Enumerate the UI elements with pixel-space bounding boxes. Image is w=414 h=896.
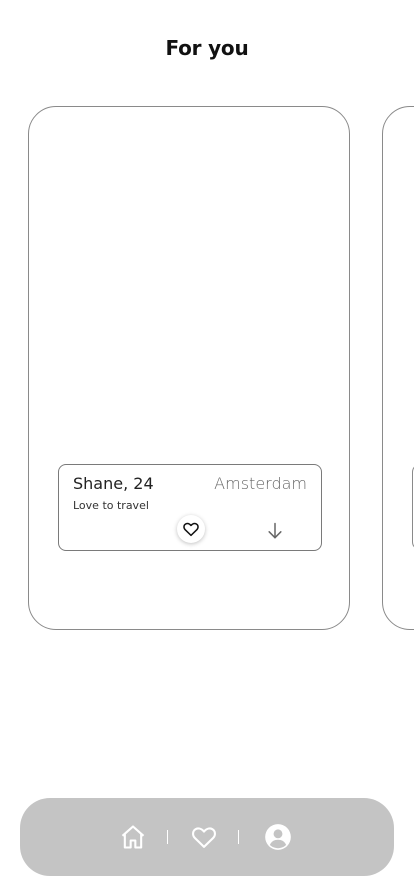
- profile-name: Shane, 24: [73, 474, 154, 493]
- nav-home-button[interactable]: [118, 822, 148, 852]
- heart-icon: [192, 827, 216, 848]
- page-title: For you: [165, 36, 249, 60]
- next-profile-card[interactable]: [382, 106, 414, 630]
- heart-outline-icon: [183, 522, 199, 537]
- profile-city: Amsterdam: [214, 474, 307, 493]
- like-button[interactable]: [177, 515, 205, 543]
- nav-favorites-button[interactable]: [189, 822, 219, 852]
- expand-profile-button[interactable]: [263, 519, 287, 543]
- profile-card[interactable]: Shane, 24 Amsterdam Love to travel: [28, 106, 350, 630]
- profile-info-box: Shane, 24 Amsterdam Love to travel: [58, 464, 322, 551]
- nav-divider: [238, 830, 239, 844]
- screen: For you Shane, 24 Amsterdam Love to trav…: [0, 0, 414, 896]
- nav-profile-button[interactable]: [263, 822, 293, 852]
- bottom-nav: [20, 798, 394, 876]
- profile-bio: Love to travel: [73, 499, 149, 512]
- user-circle-icon: [265, 824, 291, 850]
- home-icon: [121, 825, 145, 849]
- arrow-down-icon: [268, 522, 282, 539]
- nav-divider: [167, 830, 168, 844]
